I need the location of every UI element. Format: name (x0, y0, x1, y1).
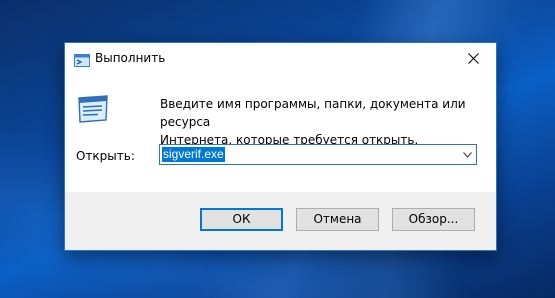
title-bar[interactable]: Выполнить (65, 43, 496, 74)
dropdown-button[interactable] (459, 145, 476, 164)
window-title: Выполнить (95, 51, 166, 65)
open-input[interactable]: sigverif.exe (162, 147, 225, 162)
open-combobox[interactable]: sigverif.exe (159, 144, 477, 165)
ok-button[interactable]: ОК (200, 208, 283, 231)
open-label: Открыть: (76, 149, 135, 163)
instruction-text: Введите имя программы, папки, документа … (160, 95, 490, 149)
chevron-down-icon (463, 151, 472, 158)
cancel-button[interactable]: Отмена (296, 208, 379, 231)
close-icon (467, 53, 479, 64)
run-icon (74, 52, 90, 67)
instruction-line-1: Введите имя программы, папки, документа … (160, 97, 466, 129)
run-dialog: Выполнить Введите имя программы, папки, … (64, 42, 497, 251)
close-button[interactable] (450, 43, 496, 74)
run-icon (76, 95, 110, 123)
browse-button[interactable]: Обзор... (392, 208, 475, 231)
